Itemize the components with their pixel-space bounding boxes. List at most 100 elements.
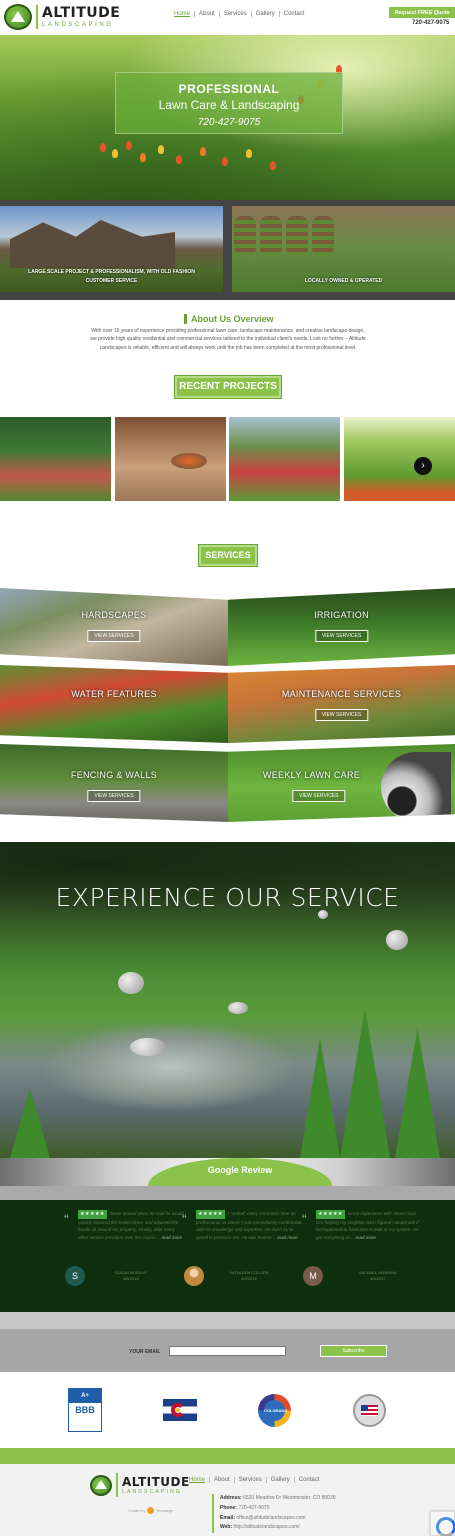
view-services-button[interactable]: VIEW SERVICES [87, 790, 141, 802]
site-logo[interactable]: ALTITUDE LANDSCAPING [4, 4, 120, 30]
star-rating: ★★★★★ [196, 1210, 225, 1219]
caption-line: CUSTOMER SERVICE [85, 278, 138, 284]
rock-decoration [118, 972, 144, 994]
service-label: MAINTENANCE SERVICES [281, 689, 402, 699]
colorado-proud-badge: COLORADO PROUD [258, 1394, 291, 1434]
flower-decoration [246, 149, 252, 158]
panel-locally-owned: LOCALLY OWNED & OPERATED [232, 206, 455, 292]
review-card: “ ★★★★★ Great experience with Steve! Saw … [302, 1210, 424, 1241]
about-title: About Us Overview [184, 314, 274, 324]
footer-nav-services[interactable]: Services [235, 1477, 267, 1483]
subscribe-button[interactable]: Subscribe [320, 1345, 387, 1357]
avatar: S [65, 1266, 85, 1286]
house-image [10, 220, 175, 268]
star-rating: ★★★★★ [316, 1210, 345, 1219]
read-more-link[interactable]: read more [277, 1235, 298, 1240]
address-label: Address: [220, 1495, 242, 1501]
newsletter-top-band [0, 1312, 455, 1329]
service-water-features[interactable]: WATER FEATURES [0, 665, 228, 743]
service-label: FENCING & WALLS [70, 770, 158, 780]
colorado-flag-icon [163, 1399, 197, 1421]
panel-caption-left: LARGE SCALE PROJECT & PROFESSIONALISM, W… [0, 268, 223, 286]
project-image-garden[interactable] [229, 417, 340, 501]
project-image-lawn[interactable] [344, 417, 455, 501]
quote-icon: “ [302, 1211, 307, 1227]
grass-decoration [395, 1028, 440, 1158]
logo-subtitle: LANDSCAPING [122, 1488, 183, 1495]
site-header: ALTITUDE LANDSCAPING Home About Services… [0, 0, 455, 35]
service-fencing-walls[interactable]: FENCING & WALLS VIEW SERVICES [0, 744, 228, 822]
header-phone[interactable]: 720-427-9075 [412, 20, 449, 26]
footer-nav-home[interactable]: Home [185, 1477, 211, 1483]
footer-nav-about[interactable]: About [210, 1477, 235, 1483]
flower-decoration [200, 147, 206, 156]
bbb-accredited-badge[interactable]: A+ BBB [68, 1388, 102, 1432]
panel-caption-right: LOCALLY OWNED & OPERATED [304, 278, 383, 284]
service-weekly-lawn-care[interactable]: WEEKLY LAWN CARE VIEW SERVICES [228, 744, 455, 822]
hero-heading: PROFESSIONAL [178, 82, 280, 96]
newsletter-section [0, 1312, 455, 1372]
web-value[interactable]: http://altitudelandscapes.com/ [234, 1524, 300, 1530]
feature-panels: LARGE SCALE PROJECT & PROFESSIONALISM, W… [0, 200, 455, 300]
service-hardscapes[interactable]: HARDSCAPES VIEW SERVICES [0, 588, 228, 666]
nav-home[interactable]: Home [170, 11, 196, 17]
section-divider [0, 1186, 455, 1200]
sod-roll-image [312, 216, 334, 256]
email-label: YOUR EMAIL [129, 1349, 161, 1355]
nav-contact[interactable]: Contact [280, 11, 309, 17]
flower-decoration [126, 141, 132, 150]
hero-phone[interactable]: 720-427-9075 [116, 117, 342, 128]
created-by[interactable]: Created by Yeschange [128, 1507, 173, 1514]
sod-roll-image [260, 216, 282, 256]
view-services-button[interactable]: VIEW SERVICES [292, 790, 346, 802]
nav-gallery[interactable]: Gallery [252, 11, 280, 17]
flower-decoration [270, 161, 276, 170]
rock-decoration [228, 1002, 248, 1014]
colorado-c-icon [171, 1403, 185, 1417]
carousel-next-icon[interactable]: › [414, 457, 432, 475]
footer-nav-gallery[interactable]: Gallery [267, 1477, 295, 1483]
recaptcha-icon[interactable] [430, 1511, 455, 1536]
reviewer-info: SUSAN BORKUS 5/8/2018 [96, 1270, 166, 1283]
web-label: Web: [220, 1524, 233, 1531]
read-more-link[interactable]: read more [162, 1235, 183, 1240]
review-date: 5/8/2018 [123, 1276, 139, 1282]
view-services-button[interactable]: VIEW SERVICES [314, 630, 369, 642]
lawn-mower-image [381, 752, 451, 822]
grass-decoration [340, 1008, 390, 1158]
service-irrigation[interactable]: IRRIGATION VIEW SERVICES [228, 588, 455, 666]
view-services-button[interactable]: VIEW SERVICES [314, 709, 369, 721]
service-maintenance[interactable]: MAINTENANCE SERVICES VIEW SERVICES [228, 665, 455, 743]
phone-value[interactable]: 720-427-9075 [238, 1505, 269, 1511]
footer-nav: Home About Services Gallery Contact [185, 1477, 323, 1483]
quote-icon: “ [64, 1211, 69, 1227]
avatar: M [303, 1266, 323, 1286]
nav-about[interactable]: About [195, 11, 220, 17]
colorado-proud-text: COLORADO PROUD [264, 1400, 287, 1434]
rock-decoration [386, 930, 408, 950]
read-more-link[interactable]: read more [356, 1235, 377, 1240]
footer-nav-contact[interactable]: Contact [295, 1477, 324, 1483]
logo-title: ALTITUDE [122, 1474, 190, 1489]
project-image-patio[interactable] [115, 417, 226, 501]
recent-projects-carousel [0, 417, 455, 501]
project-image-water-feature[interactable] [0, 417, 111, 501]
email-value[interactable]: office@altitudelandscapes.com [236, 1515, 305, 1521]
review-date: 4/5/2017 [370, 1276, 386, 1282]
footer-green-bar [0, 1448, 455, 1464]
usa-made-badge-icon [353, 1394, 386, 1427]
email-field[interactable] [169, 1346, 286, 1356]
request-quote-button[interactable]: Request FREE Quote [389, 7, 455, 18]
flower-decoration [158, 145, 164, 154]
nav-services[interactable]: Services [220, 11, 252, 17]
footer-logo[interactable]: ALTITUDE LANDSCAPING [90, 1473, 190, 1497]
sod-roll-image [286, 216, 308, 256]
rock-decoration [130, 1038, 166, 1056]
mountain-logo-icon [4, 4, 32, 30]
page: ALTITUDE LANDSCAPING Home About Services… [0, 0, 455, 1536]
review-card: “ ★★★★★ I "vetted" every contractor here … [182, 1210, 304, 1241]
hero-subheading: Lawn Care & Landscaping [158, 98, 300, 112]
flower-decoration [176, 155, 182, 164]
view-services-button[interactable]: VIEW SERVICES [87, 630, 141, 642]
address-value: 6520 Meadow Dr Westminster, CO 80030 [243, 1495, 336, 1501]
